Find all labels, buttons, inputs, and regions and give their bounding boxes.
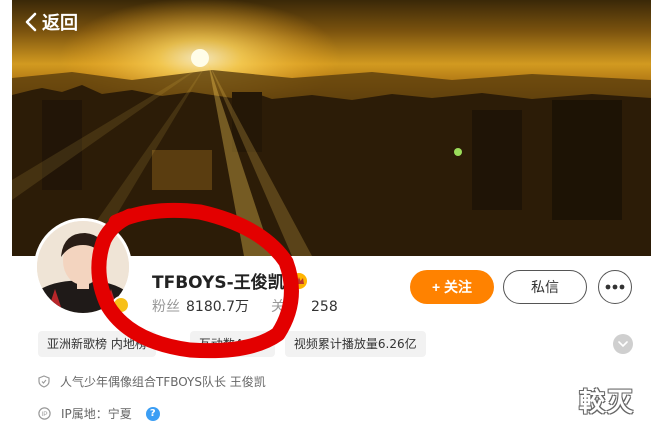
name-row: TFBOYS-王俊凯 xyxy=(152,268,307,293)
chevron-left-icon xyxy=(25,12,37,32)
bio-row: 人气少年偶像组合TFBOYS队长 王俊凯 xyxy=(38,373,266,390)
user-name: TFBOYS-王俊凯 xyxy=(152,273,285,293)
watermark-text: 較灭 xyxy=(579,388,636,418)
help-icon[interactable]: ? xyxy=(145,406,160,421)
bio-text: 人气少年偶像组合TFBOYS队长 王俊凯 xyxy=(60,375,266,389)
ip-row: IP IP属地：宁夏 ? xyxy=(38,405,160,422)
verified-badge xyxy=(112,296,130,314)
back-button[interactable]: 返回 xyxy=(24,9,78,35)
tag-video-plays[interactable]: 视频累计播放量6.26亿 xyxy=(284,331,426,357)
shield-icon xyxy=(38,375,50,388)
watermark: 較灭 xyxy=(579,382,635,419)
tag-chart[interactable]: 亚洲新歌榜 内地榜 xyxy=(38,331,156,357)
expand-button[interactable] xyxy=(613,334,633,354)
back-label: 返回 xyxy=(42,13,78,34)
crown-icon xyxy=(290,272,307,289)
tag-interactions[interactable]: 互动数4.4万 xyxy=(189,331,275,357)
message-button[interactable]: 私信 xyxy=(503,270,587,304)
svg-text:IP: IP xyxy=(41,411,47,418)
following-label[interactable]: 关 xyxy=(271,296,285,316)
ip-location-icon: IP xyxy=(38,407,51,420)
cover-image xyxy=(12,0,651,256)
follow-button[interactable]: + 关注 xyxy=(410,270,494,304)
more-button[interactable] xyxy=(598,270,632,304)
chevron-down-icon xyxy=(618,341,628,347)
left-frame xyxy=(0,0,12,432)
profile-page: 返回 TFBOYS-王俊凯 粉丝 8180.7万 关 258 + 关注 私信 亚… xyxy=(0,0,651,432)
ip-location-text: IP属地：宁夏 xyxy=(61,407,132,421)
tag-list: 亚洲新歌榜 内地榜 互动数4.4万 视频累计播放量6.26亿 xyxy=(38,331,426,357)
followers-count[interactable]: 8180.7万 xyxy=(186,296,249,316)
stats-row: 粉丝 8180.7万 关 258 xyxy=(152,296,360,316)
following-count[interactable]: 258 xyxy=(311,299,338,315)
followers-label[interactable]: 粉丝 xyxy=(152,296,180,316)
more-dots-icon xyxy=(605,284,625,290)
